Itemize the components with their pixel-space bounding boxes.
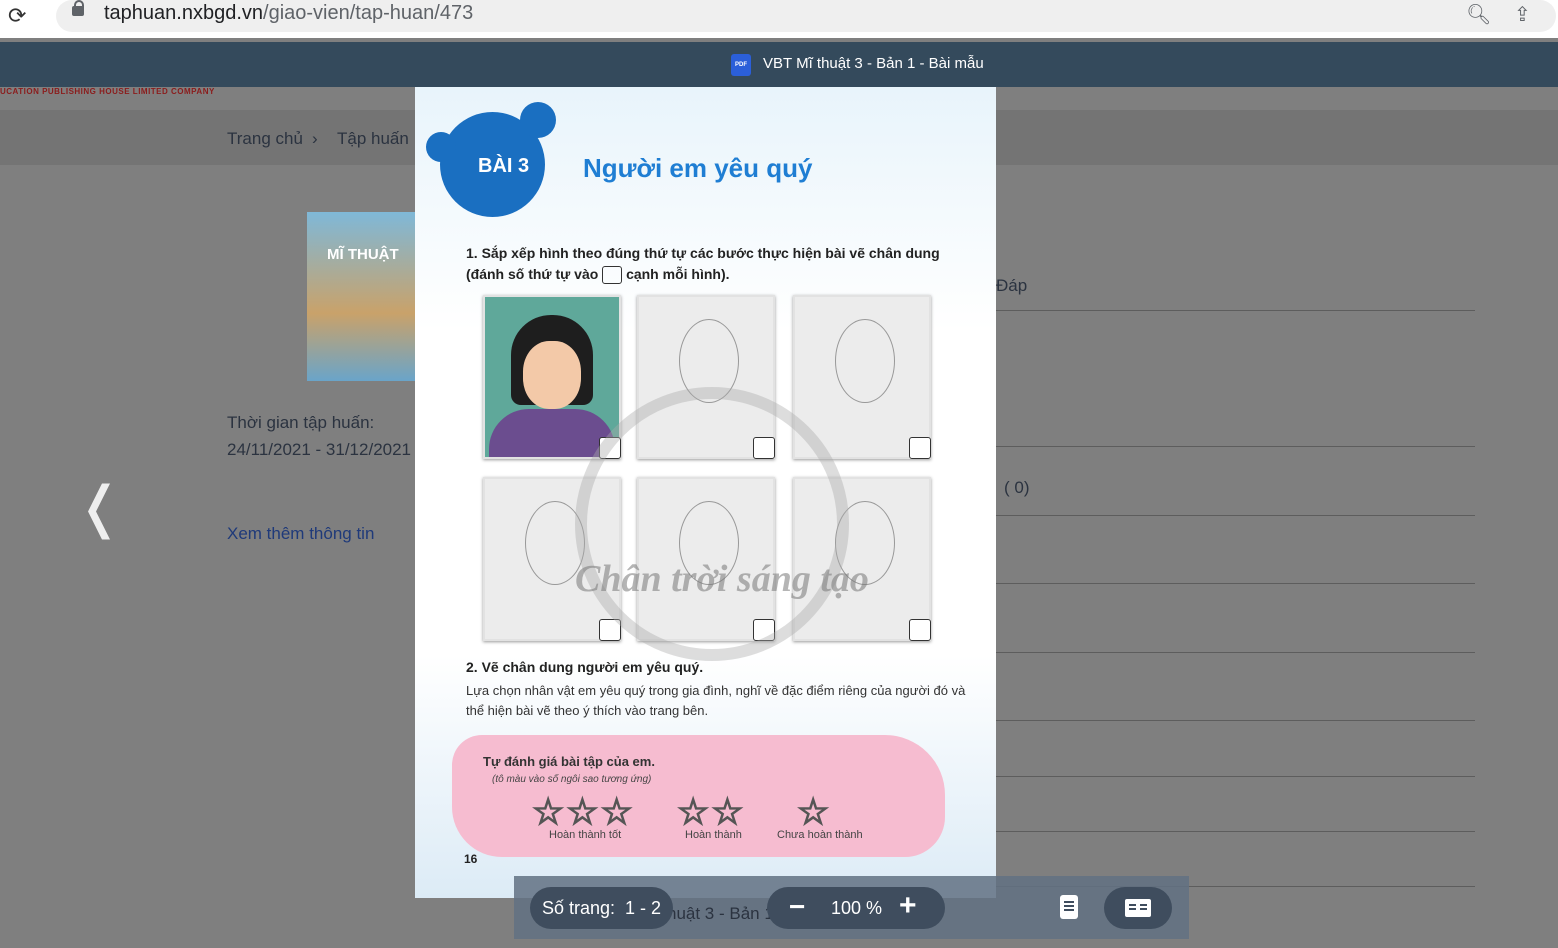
divider bbox=[996, 446, 1475, 447]
portrait-face bbox=[523, 341, 581, 409]
order-checkbox[interactable] bbox=[909, 437, 931, 459]
divider bbox=[996, 831, 1475, 832]
breadcrumb-home[interactable]: Trang chủ bbox=[227, 129, 303, 149]
pdf-page: BÀI 3 Người em yêu quý 1. Sắp xếp hình t… bbox=[415, 87, 996, 898]
watermark-text: Chân trời sáng tạo bbox=[575, 558, 869, 600]
book-cover-title: MĨ THUẬT bbox=[327, 246, 399, 263]
watermark-logo bbox=[575, 387, 849, 661]
url-host: taphuan.nxbgd.vn bbox=[104, 2, 264, 24]
viewer-title: VBT Mĩ thuật 3 - Bản 1 - Bài mẫu bbox=[763, 55, 984, 72]
book-cover: MĨ THUẬT bbox=[307, 212, 417, 381]
share-icon[interactable]: ⇪ bbox=[1514, 2, 1531, 27]
divider bbox=[996, 515, 1475, 516]
divider bbox=[996, 776, 1475, 777]
question-2-title: 2. Vẽ chân dung người em yêu quý. bbox=[466, 659, 704, 675]
star-icon: ☆ bbox=[796, 790, 832, 833]
page-number: 16 bbox=[464, 852, 478, 866]
brand-text: UCATION PUBLISHING HOUSE LIMITED COMPANY bbox=[0, 87, 215, 96]
lesson-tag: BÀI 3 bbox=[478, 155, 530, 177]
single-page-icon[interactable] bbox=[1060, 895, 1078, 919]
more-info-link[interactable]: Xem thêm thông tin bbox=[227, 524, 374, 544]
sketch-face bbox=[835, 319, 895, 403]
url-path: /giao-vien/tap-huan/473 bbox=[263, 2, 474, 24]
divider bbox=[996, 720, 1475, 721]
prev-arrow-icon[interactable]: ❬ bbox=[76, 474, 123, 540]
training-time-label: Thời gian tập huấn: bbox=[227, 413, 375, 432]
question-1: 1. Sắp xếp hình theo đúng thứ tự các bướ… bbox=[466, 243, 978, 285]
divider bbox=[996, 310, 1475, 311]
question-2-desc: Lựa chọn nhân vật em yêu quý trong gia đ… bbox=[466, 683, 966, 718]
page-count-value: 1 - 2 bbox=[625, 898, 662, 918]
zoom-out-button[interactable]: − bbox=[789, 891, 805, 923]
rating-label: Hoàn thành bbox=[685, 829, 742, 841]
zoom-in-button[interactable]: + bbox=[899, 889, 917, 923]
double-page-icon bbox=[1125, 899, 1151, 917]
zoom-level: 100 % bbox=[831, 898, 883, 918]
lesson-title: Người em yêu quý bbox=[583, 153, 813, 183]
rating-label: Chưa hoàn thành bbox=[777, 829, 863, 841]
rating-label: Hoàn thành tốt bbox=[549, 829, 622, 841]
zoom-icon[interactable]: 🔍︎ bbox=[1466, 2, 1491, 27]
lock-icon[interactable] bbox=[72, 0, 84, 16]
double-page-button[interactable] bbox=[1104, 887, 1172, 929]
zoom-control: − 100 % + bbox=[767, 887, 945, 929]
address-bar: ⟳ taphuan.nxbgd.vn/giao-vien/tap-huan/47… bbox=[0, 0, 1558, 38]
training-time-value: 24/11/2021 - 31/12/2021 bbox=[227, 440, 412, 459]
breadcrumb-current[interactable]: Tập huấn bbox=[337, 129, 409, 149]
right-count-fragment: ( 0) bbox=[1004, 478, 1030, 497]
order-checkbox[interactable] bbox=[909, 619, 931, 641]
question-1-suffix: cạnh mỗi hình). bbox=[626, 266, 730, 282]
divider bbox=[996, 652, 1475, 653]
self-eval-subtitle: (tô màu vào số ngôi sao tương ứng) bbox=[492, 774, 652, 785]
viewer-title-bar: PDF VBT Mĩ thuật 3 - Bản 1 - Bài mẫu bbox=[0, 42, 1558, 87]
star-icon: ☆☆☆ bbox=[531, 790, 635, 833]
step-image-portrait bbox=[483, 295, 621, 459]
pdf-icon: PDF bbox=[731, 54, 751, 76]
star-icon: ☆☆ bbox=[676, 790, 746, 833]
url-text[interactable]: taphuan.nxbgd.vn/giao-vien/tap-huan/473 bbox=[104, 2, 473, 25]
self-eval-title: Tự đánh giá bài tập của em. bbox=[483, 754, 655, 769]
answer-box-icon bbox=[602, 266, 623, 285]
divider bbox=[996, 583, 1475, 584]
right-heading-fragment: Đáp bbox=[996, 276, 1028, 295]
under-controls-text: huật 3 - Bản 1 bbox=[667, 904, 774, 923]
reload-icon[interactable]: ⟳ bbox=[8, 3, 26, 29]
page-count-label: Số trang: bbox=[541, 898, 615, 918]
page-count[interactable]: Số trang: 1 - 2 bbox=[530, 887, 673, 929]
breadcrumb-separator: › bbox=[312, 129, 318, 148]
